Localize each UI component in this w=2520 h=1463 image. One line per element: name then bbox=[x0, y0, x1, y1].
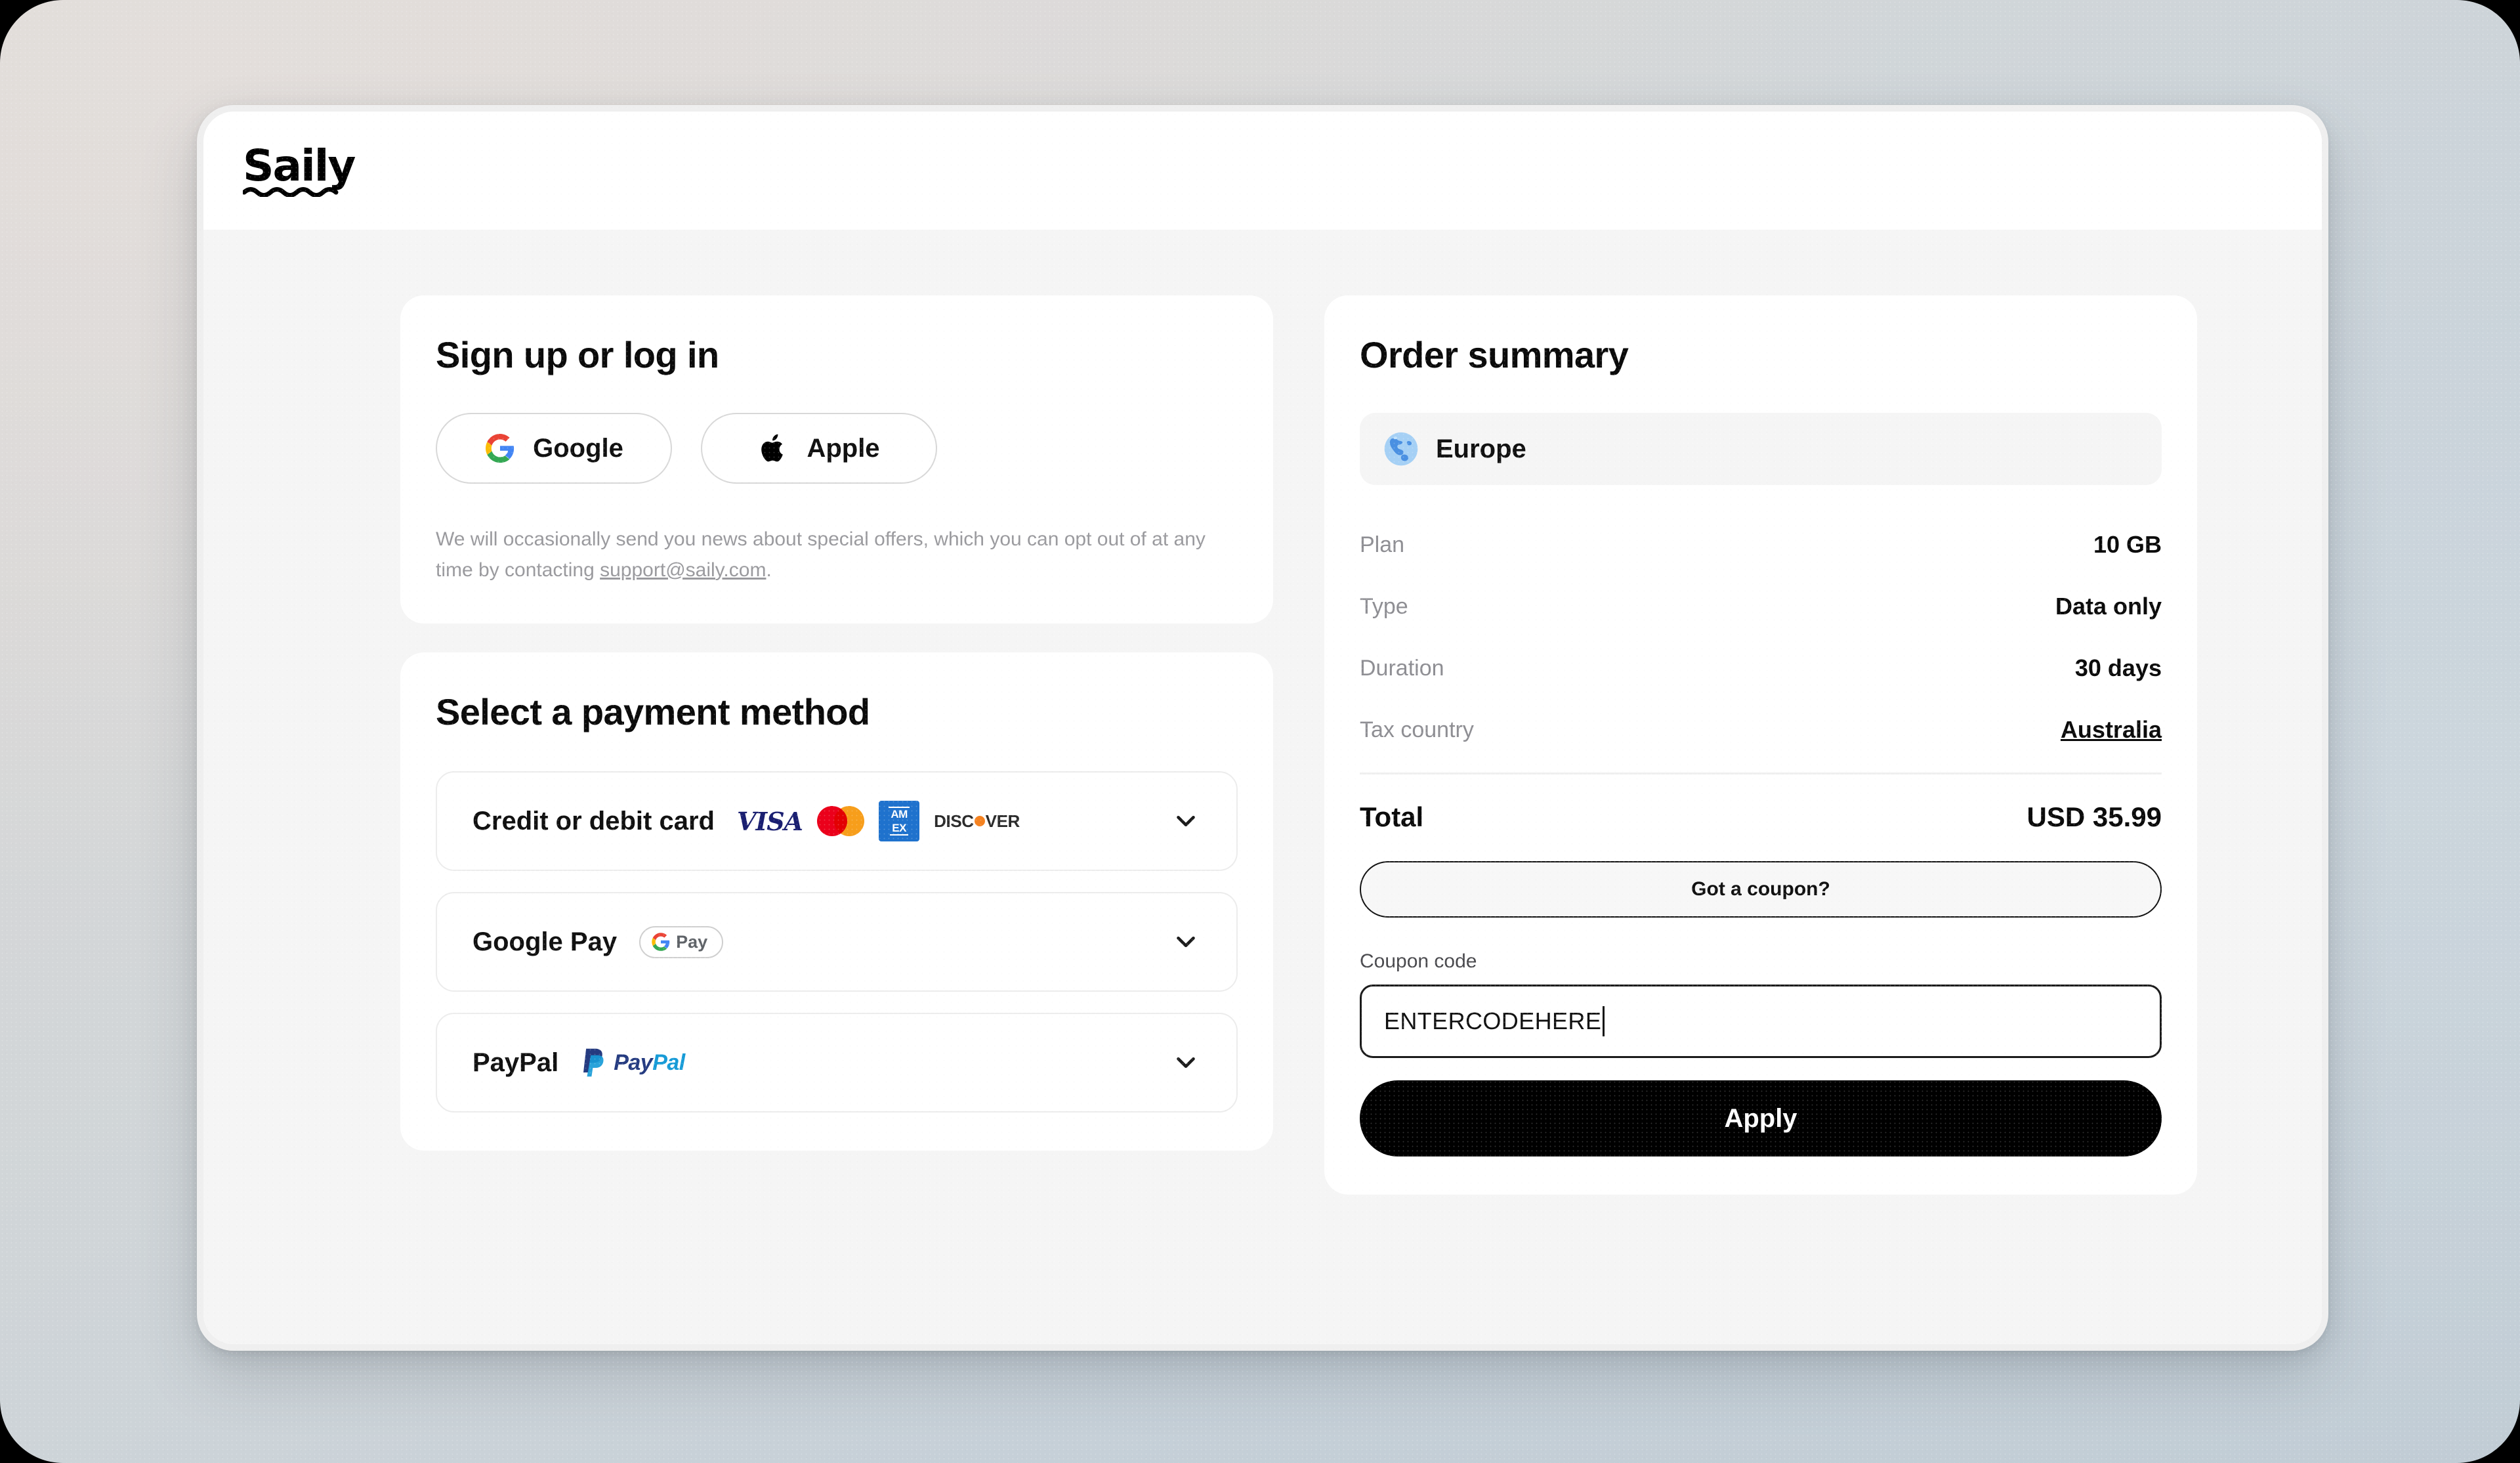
marketing-disclaimer: We will occasionally send you news about… bbox=[436, 524, 1230, 585]
chevron-down-icon[interactable] bbox=[1171, 927, 1201, 957]
apple-signin-label: Apple bbox=[807, 433, 880, 463]
disclaimer-text-after: . bbox=[766, 559, 772, 581]
amex-line-2: EX bbox=[890, 822, 908, 836]
card-brand-marks: VISA AM EX DISC VER bbox=[737, 801, 1020, 841]
payment-option-credit-card[interactable]: Credit or debit card VISA AM EX DISC VER bbox=[436, 771, 1238, 871]
payment-option-paypal[interactable]: PayPal PayPal bbox=[436, 1013, 1238, 1113]
checkout-page: Sign up or log in Google Apple We will o… bbox=[203, 230, 2322, 1344]
tax-country-link[interactable]: Australia bbox=[2061, 716, 2162, 744]
paypal-brand-marks: PayPal bbox=[581, 1047, 685, 1078]
text-cursor bbox=[1603, 1006, 1605, 1036]
discover-text-post: VER bbox=[985, 811, 1020, 831]
mastercard-icon bbox=[817, 806, 865, 836]
visa-icon: VISA bbox=[736, 806, 803, 836]
order-row-key: Tax country bbox=[1360, 717, 1474, 742]
globe-icon bbox=[1384, 432, 1418, 466]
amex-line-1: AM bbox=[889, 807, 910, 820]
paypal-icon: PayPal bbox=[581, 1047, 685, 1078]
summary-divider bbox=[1360, 773, 2162, 774]
google-g-icon bbox=[652, 933, 670, 951]
apple-signin-button[interactable]: Apple bbox=[701, 413, 937, 484]
discover-icon: DISC VER bbox=[934, 811, 1020, 832]
payment-title: Select a payment method bbox=[436, 691, 870, 732]
checkout-columns: Sign up or log in Google Apple We will o… bbox=[203, 295, 2322, 1195]
support-email-link[interactable]: support@saily.com bbox=[600, 559, 766, 581]
saily-wave-logo[interactable]: Saily bbox=[243, 140, 356, 197]
gpay-icon: Pay bbox=[639, 925, 724, 958]
wave-underline-icon bbox=[243, 187, 339, 197]
google-signin-label: Google bbox=[533, 433, 623, 463]
discover-text-pre: DISC bbox=[934, 811, 974, 831]
order-summary-card: Order summary Europe Plan 10 GB Type Dat… bbox=[1324, 295, 2197, 1195]
gpay-brand-marks: Pay bbox=[639, 925, 724, 958]
chevron-down-icon[interactable] bbox=[1171, 806, 1201, 836]
paypal-p-icon bbox=[583, 1048, 604, 1077]
payment-option-label: PayPal bbox=[472, 1048, 559, 1077]
order-row-duration: Duration 30 days bbox=[1360, 637, 2162, 699]
amex-icon: AM EX bbox=[879, 801, 920, 841]
region-name: Europe bbox=[1436, 434, 1526, 463]
payment-option-label: Google Pay bbox=[472, 927, 618, 956]
signup-title: Sign up or log in bbox=[436, 334, 719, 375]
google-signin-button[interactable]: Google bbox=[436, 413, 672, 484]
paypal-word-a: Pay bbox=[614, 1050, 653, 1075]
gpay-label: Pay bbox=[676, 931, 708, 952]
order-summary-title: Order summary bbox=[1360, 334, 1629, 375]
order-row-key: Plan bbox=[1360, 532, 1405, 557]
total-value: USD 35.99 bbox=[2026, 801, 2162, 832]
site-header: Saily bbox=[203, 112, 2322, 230]
browser-window: Saily Sign up or log in Google Apple We … bbox=[197, 105, 2328, 1351]
payment-method-list: Credit or debit card VISA AM EX DISC VER bbox=[436, 771, 1238, 1113]
right-column: Order summary Europe Plan 10 GB Type Dat… bbox=[1324, 295, 2197, 1195]
social-providers: Google Apple bbox=[436, 413, 1238, 484]
got-a-coupon-button[interactable]: Got a coupon? bbox=[1360, 861, 2162, 918]
left-column: Sign up or log in Google Apple We will o… bbox=[400, 295, 1273, 1151]
order-row-value: Data only bbox=[2055, 593, 2162, 620]
order-row-type: Type Data only bbox=[1360, 576, 2162, 637]
apply-coupon-button[interactable]: Apply bbox=[1360, 1080, 2162, 1156]
total-label: Total bbox=[1360, 801, 1424, 832]
order-row-key: Duration bbox=[1360, 655, 1444, 681]
payment-method-card: Select a payment method Credit or debit … bbox=[400, 652, 1273, 1151]
paypal-wordmark: PayPal bbox=[614, 1050, 685, 1076]
order-total-row: Total USD 35.99 bbox=[1360, 782, 2162, 852]
payment-option-google-pay[interactable]: Google Pay Pay bbox=[436, 892, 1238, 992]
order-row-key: Type bbox=[1360, 593, 1408, 619]
coupon-code-input[interactable]: ENTERCODEHERE bbox=[1360, 985, 2162, 1058]
coupon-code-value: ENTERCODEHERE bbox=[1384, 1007, 1602, 1034]
order-row-tax-country: Tax country Australia bbox=[1360, 699, 2162, 761]
disclaimer-text-before: We will occasionally send you news about… bbox=[436, 528, 1206, 581]
desktop-backdrop: Saily Sign up or log in Google Apple We … bbox=[0, 0, 2520, 1463]
brand-wordmark: Saily bbox=[243, 140, 356, 191]
region-chip: Europe bbox=[1360, 413, 2162, 485]
signup-card: Sign up or log in Google Apple We will o… bbox=[400, 295, 1273, 624]
google-icon bbox=[486, 434, 514, 463]
apple-icon bbox=[761, 434, 784, 462]
paypal-word-b: Pal bbox=[652, 1050, 685, 1075]
payment-option-label: Credit or debit card bbox=[472, 806, 715, 836]
order-row-plan: Plan 10 GB bbox=[1360, 514, 2162, 576]
order-row-value: 10 GB bbox=[2093, 531, 2162, 558]
coupon-code-label: Coupon code bbox=[1360, 950, 1477, 972]
order-detail-rows: Plan 10 GB Type Data only Duration 30 da… bbox=[1360, 514, 2162, 761]
chevron-down-icon[interactable] bbox=[1171, 1048, 1201, 1078]
order-row-value: 30 days bbox=[2074, 654, 2162, 681]
